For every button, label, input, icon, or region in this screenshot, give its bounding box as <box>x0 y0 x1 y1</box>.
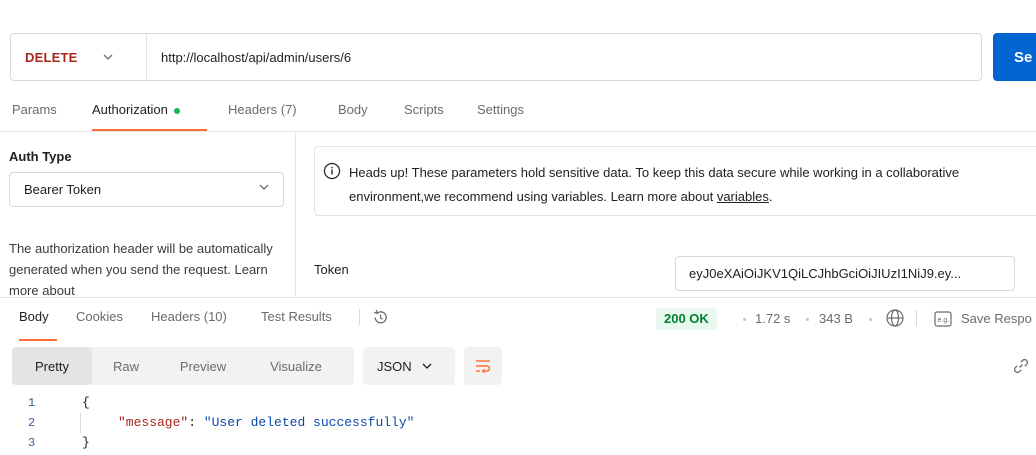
code-text: { <box>82 395 90 410</box>
language-select[interactable]: JSON <box>363 347 455 385</box>
response-tab-test-results[interactable]: Test Results <box>261 306 359 341</box>
auth-type-select[interactable]: Bearer Token <box>9 172 284 207</box>
line-number: 1 <box>28 396 36 410</box>
tab-body[interactable]: Body <box>323 98 387 131</box>
response-tab-headers[interactable]: Headers (10) <box>151 306 261 341</box>
sensitive-data-notice: Heads up! These parameters hold sensitiv… <box>314 146 1036 216</box>
tab-label: Authorization <box>92 102 168 117</box>
url-bar: DELETE <box>10 33 982 81</box>
notice-message: Heads up! These parameters hold sensitiv… <box>349 165 960 204</box>
json-key: "message" <box>118 415 189 430</box>
save-response-icon[interactable]: e.g. <box>934 311 952 327</box>
request-tabs: Params Authorization Headers (7) Body Sc… <box>12 98 544 131</box>
response-tabs: Body Cookies Headers (10) Test Results <box>19 306 389 341</box>
tab-scripts[interactable]: Scripts <box>387 98 464 131</box>
token-value: eyJ0eXAiOiJKV1QiLCJhbGciOiJIUzI1NiJ9.ey.… <box>689 266 962 281</box>
response-time[interactable]: 1.72 s <box>755 311 790 326</box>
json-separator: : <box>188 415 204 430</box>
tab-label: Params <box>12 102 57 117</box>
tab-label: Body <box>19 309 49 324</box>
code-text: } <box>82 435 90 450</box>
tab-headers[interactable]: Headers (7) <box>207 98 323 131</box>
auth-type-value: Bearer Token <box>24 182 102 197</box>
history-icon[interactable] <box>372 309 389 326</box>
body-view-modes: Pretty Raw Preview Visualize <box>12 347 354 385</box>
notice-text: Heads up! These parameters hold sensitiv… <box>349 161 1036 209</box>
line-number: 3 <box>28 436 36 450</box>
send-button[interactable]: Se <box>993 33 1036 81</box>
tab-label: Test Results <box>261 309 332 324</box>
divider <box>359 309 360 325</box>
wrap-lines-icon <box>474 358 492 374</box>
separator-dot <box>869 318 872 321</box>
chevron-down-icon <box>422 363 432 369</box>
chevron-down-icon <box>259 184 269 190</box>
method-select[interactable]: DELETE <box>11 34 147 80</box>
language-value: JSON <box>377 358 412 374</box>
mode-visualize[interactable]: Visualize <box>246 347 346 385</box>
tab-settings[interactable]: Settings <box>464 98 544 131</box>
indent-guide <box>80 413 81 433</box>
tab-label: Body <box>338 102 368 117</box>
response-divider <box>0 297 1036 298</box>
wrap-lines-button[interactable] <box>464 347 502 385</box>
mode-pretty[interactable]: Pretty <box>12 347 92 385</box>
method-label: DELETE <box>25 49 78 65</box>
code-line: 3 } <box>0 433 1036 453</box>
response-size[interactable]: 343 B <box>819 311 853 326</box>
auth-type-label: Auth Type <box>9 149 72 164</box>
status-badge: 200 OK <box>656 308 717 330</box>
tab-label: Cookies <box>76 309 123 324</box>
auth-description: The authorization header will be automat… <box>9 241 273 298</box>
svg-text:e.g.: e.g. <box>938 317 950 324</box>
token-label: Token <box>314 262 349 277</box>
token-input[interactable]: eyJ0eXAiOiJKV1QiLCJhbGciOiJIUzI1NiJ9.ey.… <box>675 256 1015 291</box>
tab-params[interactable]: Params <box>12 98 92 131</box>
save-response-button[interactable]: Save Respo <box>961 311 1032 326</box>
url-input[interactable] <box>147 34 981 80</box>
code-text: "message": "User deleted successfully" <box>118 413 414 433</box>
tab-label: Headers (7) <box>228 102 297 117</box>
notice-end: . <box>768 189 773 204</box>
separator-dot <box>806 318 809 321</box>
separator-dot <box>743 318 746 321</box>
code-line: 1 { <box>0 393 1036 413</box>
response-body[interactable]: 1 { 2 "message": "User deleted successfu… <box>0 393 1036 453</box>
chevron-down-icon <box>103 54 113 60</box>
globe-icon[interactable] <box>885 308 905 328</box>
divider <box>916 310 917 326</box>
tab-label: Settings <box>477 102 524 117</box>
response-tab-cookies[interactable]: Cookies <box>76 306 151 341</box>
tab-label: Headers (10) <box>151 309 227 324</box>
auth-type-pane: Auth Type Bearer Token The authorization… <box>0 132 296 298</box>
variables-link[interactable]: variables <box>717 189 769 204</box>
response-tab-body[interactable]: Body <box>19 306 76 341</box>
line-number: 2 <box>28 416 36 430</box>
tab-label: Scripts <box>404 102 444 117</box>
link-icon[interactable] <box>1012 357 1030 375</box>
json-value: "User deleted successfully" <box>203 415 415 430</box>
info-icon <box>323 162 341 180</box>
status-dot <box>173 108 180 114</box>
tab-authorization[interactable]: Authorization <box>92 98 207 131</box>
mode-preview[interactable]: Preview <box>160 347 246 385</box>
mode-raw[interactable]: Raw <box>92 347 160 385</box>
code-line: 2 "message": "User deleted successfully" <box>0 413 1036 433</box>
